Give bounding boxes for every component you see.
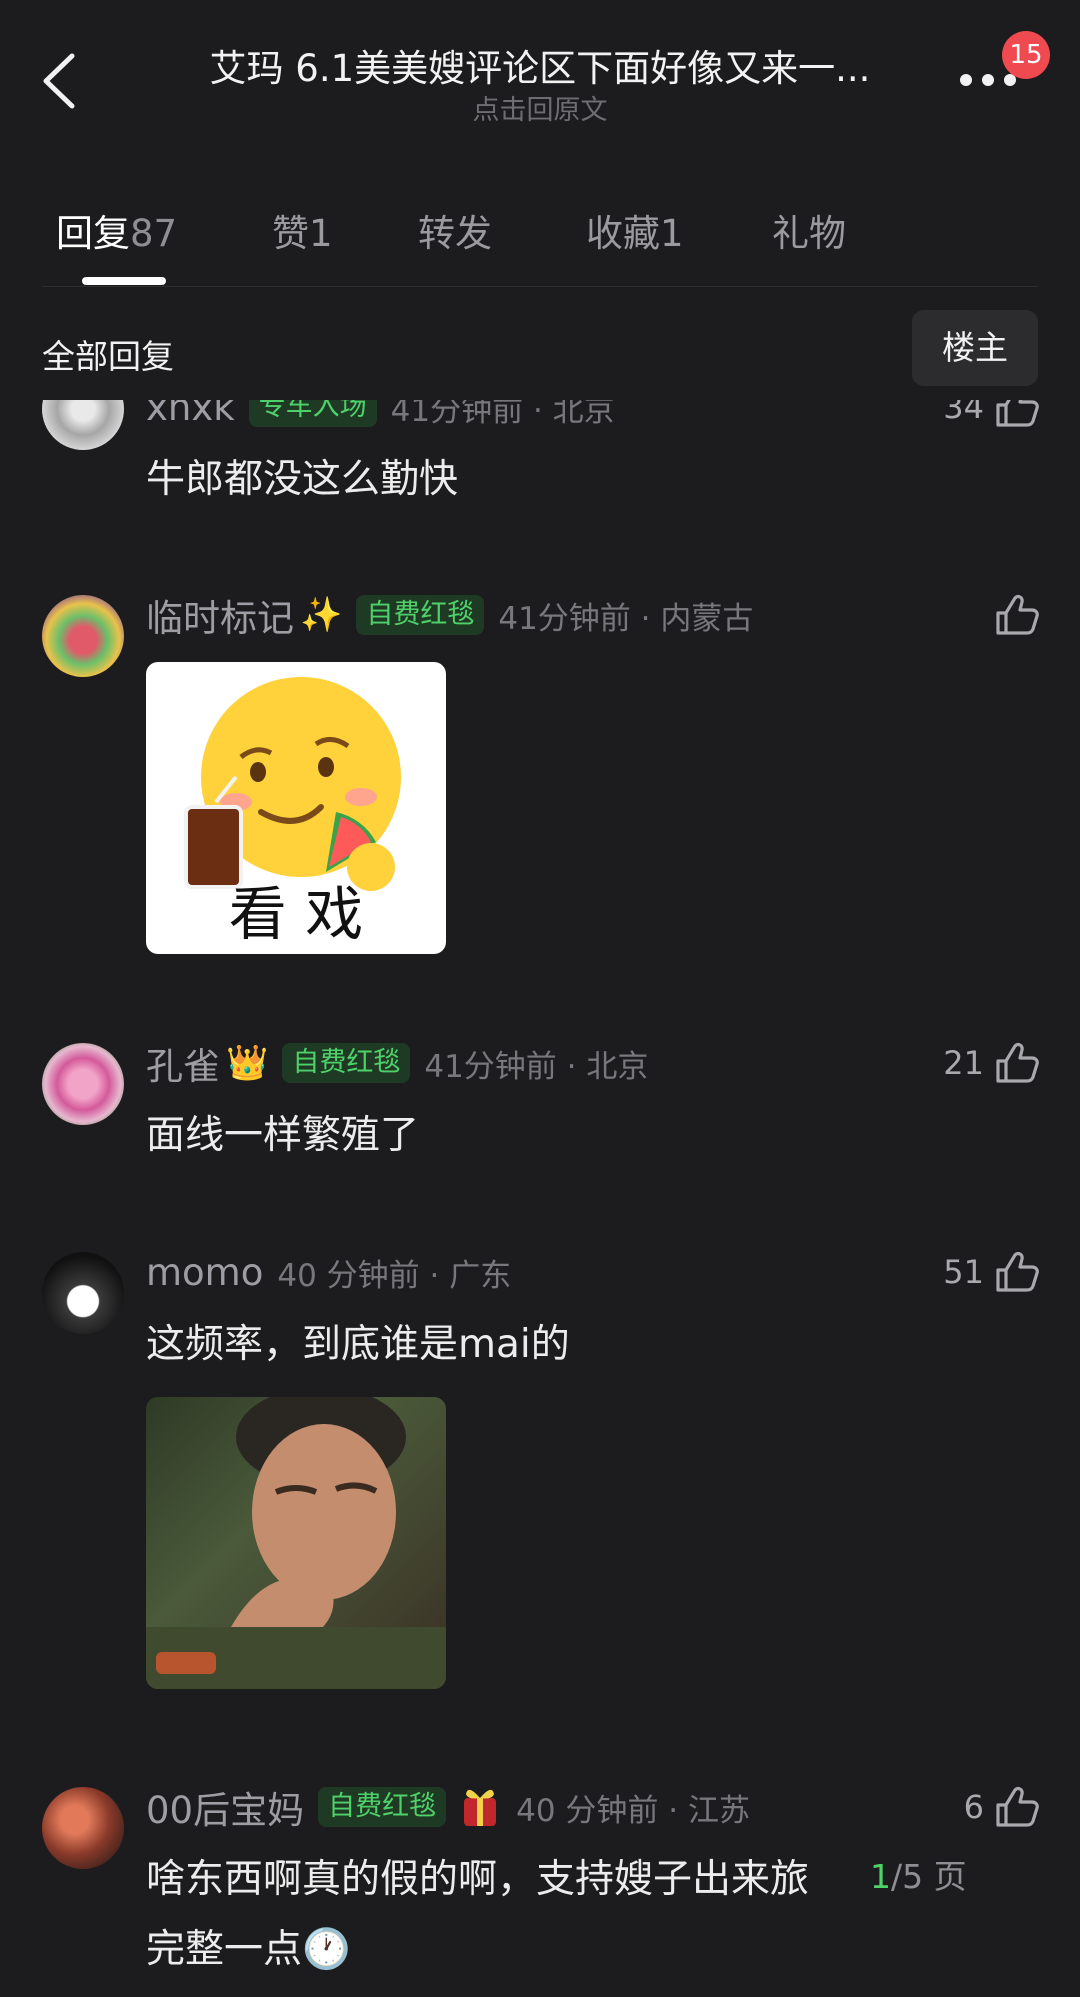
like-count: 34 (943, 400, 984, 426)
username[interactable]: 00后宝妈 (146, 1780, 304, 1834)
tab-gifts[interactable]: 礼物 (772, 203, 846, 257)
more-dots-icon (960, 74, 972, 86)
like-count: 6 (963, 1788, 984, 1826)
like-count: 21 (943, 1044, 984, 1082)
like-button[interactable]: 34 (943, 400, 1040, 432)
tab-label: 赞 (272, 212, 309, 255)
sticker-image[interactable]: 看 戏 (146, 662, 446, 954)
more-dot (982, 74, 994, 86)
back-button[interactable] (38, 50, 82, 112)
page-title[interactable]: 艾玛 6.1美美嫂评论区下面好像又来一... (170, 38, 910, 92)
username[interactable]: 临时标记 (146, 588, 294, 642)
thumbs-up-icon (996, 595, 1039, 635)
notification-badge: 15 (1002, 31, 1050, 79)
tab-replies[interactable]: 回复87 (56, 203, 177, 257)
chevron-left-icon (43, 53, 75, 109)
comment-list[interactable]: xnxk 专车入场 41分钟前 · 北京 34 牛郎都没这么勤快 临时标记 ✨ … (0, 400, 1080, 1997)
watching-drama-emoji-icon: 看 戏 (184, 677, 401, 948)
comment-meta: 孔雀 👑 自费红毯 41分钟前 · 北京 (146, 1038, 648, 1088)
thumbs-up-icon (996, 1787, 1039, 1827)
owner-only-button[interactable]: 楼主 (912, 310, 1038, 386)
thumbs-up-icon (996, 400, 1039, 427)
like-count: 51 (943, 1253, 984, 1291)
tab-count: 1 (660, 212, 684, 255)
avatar[interactable] (42, 595, 124, 677)
gift-badge-icon (464, 1789, 497, 1826)
thinking-man-photo-icon (146, 1397, 446, 1689)
username[interactable]: 孔雀 (146, 1036, 220, 1090)
crown-icon: 👑 (226, 1043, 269, 1083)
comment-text: 面线一样繁殖了 (146, 1113, 420, 1158)
timestamp: 41分钟前 · 北京 (390, 400, 615, 429)
tab-label: 收藏 (586, 212, 660, 255)
active-tab-indicator (82, 277, 166, 285)
tab-count: 87 (130, 212, 178, 255)
comment-meta: 临时标记 ✨ 自费红毯 41分钟前 · 内蒙古 (146, 590, 753, 640)
avatar[interactable] (42, 400, 124, 450)
current-page: 1 (870, 1857, 891, 1896)
username[interactable]: momo (146, 1251, 263, 1294)
tab-forwards[interactable]: 转发 (418, 203, 492, 257)
comment-text-continued: 完整一点🕐 (146, 1927, 351, 1972)
user-tag: 自费红毯 (282, 1043, 411, 1083)
comment-meta: momo 40 分钟前 · 广东 (146, 1247, 511, 1297)
comment-text: 这频率，到底谁是mai的 (146, 1322, 570, 1367)
reaction-photo[interactable] (146, 1397, 446, 1689)
avatar[interactable] (42, 1043, 124, 1125)
top-bar: 艾玛 6.1美美嫂评论区下面好像又来一... 点击回原文 15 (0, 0, 1080, 140)
user-tag: 自费红毯 (318, 1787, 447, 1827)
tab-label: 回复 (56, 212, 130, 255)
tab-label: 转发 (418, 212, 492, 255)
comment-meta: 00后宝妈 自费红毯 40 分钟前 · 江苏 (146, 1782, 750, 1832)
tab-count: 1 (309, 212, 333, 255)
thumbs-up-icon (996, 1252, 1039, 1292)
like-button[interactable]: 6 (964, 1782, 1040, 1832)
tab-favorites[interactable]: 收藏1 (586, 203, 684, 257)
timestamp: 41分钟前 · 北京 (424, 1048, 649, 1085)
timestamp: 40 分钟前 · 江苏 (516, 1792, 750, 1829)
reply-filter-bar: 全部回复 楼主 (0, 300, 1080, 410)
tab-bar: 回复87 赞1 转发 收藏1 礼物 (0, 195, 1080, 285)
sparkles-icon: ✨ (300, 595, 343, 635)
comment-meta: xnxk 专车入场 41分钟前 · 北京 (146, 400, 615, 432)
like-button[interactable]: 51 (943, 1247, 1040, 1297)
divider (42, 286, 1038, 287)
username[interactable]: xnxk (146, 400, 235, 429)
comment-text: 牛郎都没这么勤快 (146, 457, 459, 502)
user-tag: 自费红毯 (356, 595, 485, 635)
back-to-original-link[interactable]: 点击回原文 (170, 88, 910, 127)
comment-text: 啥东西啊真的假的啊，支持嫂子出来旅 (146, 1857, 810, 1902)
page-indicator[interactable]: 1/5 页 (870, 1850, 967, 1900)
like-button[interactable]: 21 (943, 1038, 1040, 1088)
timestamp: 41分钟前 · 内蒙古 (498, 600, 754, 637)
timestamp: 40 分钟前 · 广东 (277, 1257, 512, 1294)
tab-likes[interactable]: 赞1 (272, 203, 333, 257)
avatar[interactable] (42, 1252, 124, 1334)
all-replies-label: 全部回复 (42, 337, 174, 376)
total-pages: /5 页 (891, 1857, 967, 1896)
user-tag: 专车入场 (248, 400, 377, 427)
sticker-caption: 看 戏 (229, 880, 363, 948)
like-button[interactable] (984, 590, 1040, 640)
thumbs-up-icon (996, 1043, 1039, 1083)
avatar[interactable] (42, 1787, 124, 1869)
tab-label: 礼物 (772, 212, 846, 255)
